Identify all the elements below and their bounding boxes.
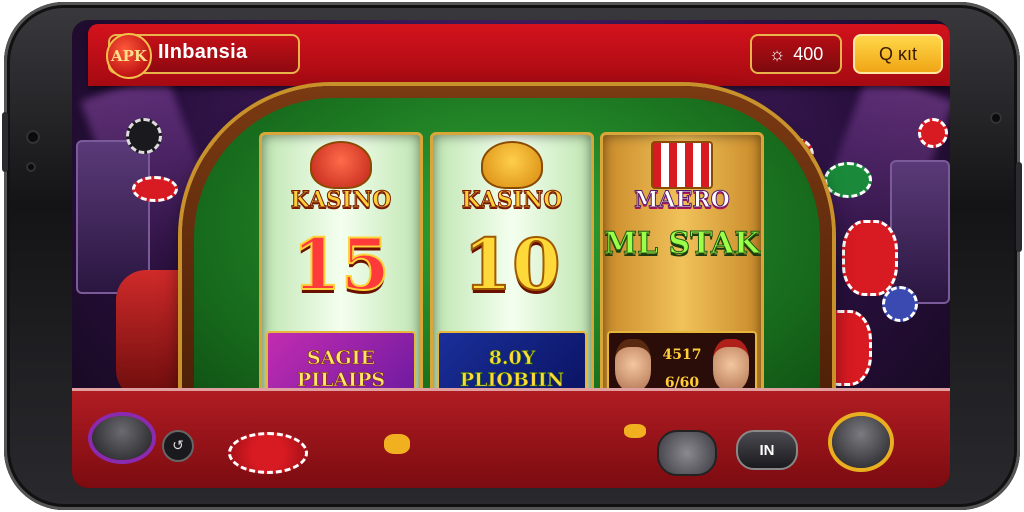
panel-number: 4517 <box>662 347 702 363</box>
brand-badge[interactable]: APK IInbansia <box>106 33 300 79</box>
reel-value: 15 <box>291 222 390 307</box>
chip-button[interactable] <box>228 432 308 474</box>
mascot-icon <box>310 141 372 189</box>
chip-icon <box>126 118 162 154</box>
reel-title: KASINO <box>461 187 563 214</box>
chip-stack-icon <box>842 220 898 296</box>
reel-title: MAERO <box>634 187 731 214</box>
coin-icon: ☼ <box>768 43 786 64</box>
front-camera <box>26 130 40 144</box>
power-button <box>1016 162 1022 252</box>
flag-icon <box>651 141 713 189</box>
reel-1[interactable]: KASINO 15 SAGIE PILAIPS <box>259 132 423 414</box>
top-bar: APK IInbansia ☼ 400 Q ĸıt <box>88 24 950 86</box>
portrait-icon <box>615 339 651 391</box>
joystick-icon[interactable] <box>92 416 152 460</box>
reel-3[interactable]: MAERO ML STAK 4517 6/60 <box>600 132 764 414</box>
machine-felt: KASINO 15 SAGIE PILAIPS KASINO 10 8.0Y P… <box>194 98 820 418</box>
reel-value: 10 <box>462 222 561 307</box>
brand-logo: APK <box>106 33 152 79</box>
coin-icon <box>384 434 410 454</box>
chip-icon <box>132 176 178 202</box>
arcade-machine-right <box>890 160 950 304</box>
game-screen: APK IInbansia ☼ 400 Q ĸıt KASINO 15 SAGI… <box>72 20 950 488</box>
mascot-icon <box>481 141 543 189</box>
chip-icon <box>882 286 918 322</box>
chip-icon <box>918 118 948 148</box>
brand-name: IInbansia <box>158 41 248 63</box>
game-stage: APK IInbansia ☼ 400 Q ĸıt KASINO 15 SAGI… <box>0 0 1024 512</box>
joystick-icon[interactable] <box>832 416 890 468</box>
reel-value: ML STAK <box>603 226 761 261</box>
refresh-icon[interactable]: ↺ <box>162 430 194 462</box>
slot-machine: KASINO 15 SAGIE PILAIPS KASINO 10 8.0Y P… <box>182 86 832 426</box>
reel-2[interactable]: KASINO 10 8.0Y PLIOBIIN <box>430 132 594 414</box>
quit-button[interactable]: Q ĸıt <box>853 34 943 74</box>
coin-value: 400 <box>793 43 824 64</box>
in-button[interactable]: IN <box>736 430 798 470</box>
coin-balance[interactable]: ☼ 400 <box>750 34 842 74</box>
control-console <box>72 388 950 488</box>
rear-sensor <box>990 112 1002 124</box>
portrait-icon <box>713 339 749 391</box>
reel-title: KASINO <box>290 187 392 214</box>
volume-button <box>2 112 8 172</box>
chip-icon <box>824 162 872 198</box>
coin-icon <box>624 424 646 438</box>
sensor <box>26 162 36 172</box>
dpad-icon[interactable] <box>657 430 717 476</box>
panel-readout: 4517 6/60 <box>663 344 702 394</box>
